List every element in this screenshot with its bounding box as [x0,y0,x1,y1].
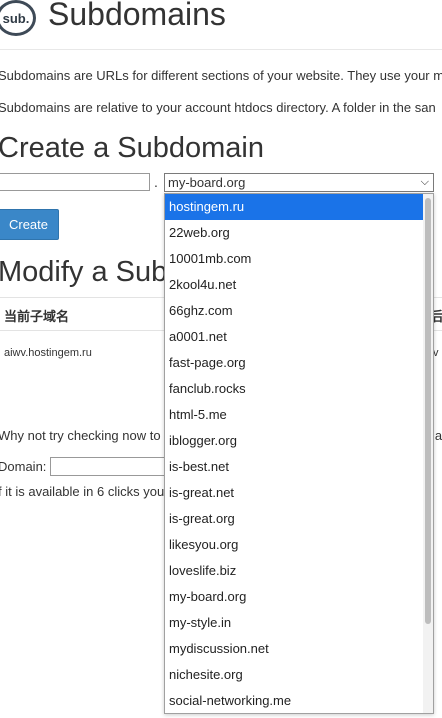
scrollbar-thumb[interactable] [425,198,431,624]
dropdown-option[interactable]: hostingem.ru [165,194,433,220]
domain-select[interactable]: my-board.org ⌵ [164,173,434,192]
dropdown-option[interactable]: 22web.org [165,220,433,246]
dropdown-scrollbar[interactable] [423,194,433,713]
dropdown-option[interactable]: is-great.org [165,506,433,532]
dropdown-option[interactable]: mydiscussion.net [165,636,433,662]
page-title: Subdomains [48,0,226,32]
dot-separator: . [154,174,158,190]
domain-label: Domain: [0,459,47,474]
dropdown-options: hostingem.ru 22web.org 10001mb.com 2kool4u.… [165,194,433,713]
dropdown-option[interactable]: my-style.in [165,610,433,636]
dropdown-option[interactable]: a0001.net [165,324,433,350]
description-line-2: Subdomains are relative to your account … [0,100,436,115]
description-line-1: Subdomains are URLs for different sectio… [0,68,442,83]
dropdown-option[interactable]: nichesite.org [165,662,433,688]
sub-logo: sub. [0,0,36,36]
table-row-domain: aiwv.hostingem.ru [4,347,92,359]
dropdown-option[interactable]: iblogger.org [165,428,433,454]
availability-text: f it is available in 6 clicks you [0,484,165,499]
dropdown-option[interactable]: fast-page.org [165,350,433,376]
dropdown-option[interactable]: is-great.net [165,480,433,506]
dropdown-option[interactable]: 10001mb.com [165,246,433,272]
dropdown-option[interactable]: 2kool4u.net [165,272,433,298]
table-header-current-subdomain: 当前子域名 [4,309,70,324]
domain-check-input[interactable] [50,457,170,476]
dropdown-option[interactable]: loveslife.biz [165,558,433,584]
domain-dropdown-list[interactable]: hostingem.ru 22web.org 10001mb.com 2kool4u.… [164,193,434,714]
create-subdomain-heading: Create a Subdomain [0,132,264,164]
dropdown-option[interactable]: social-networking.me [165,688,433,713]
dropdown-option[interactable]: is-best.net [165,454,433,480]
title-divider [0,49,442,50]
selected-domain: my-board.org [168,175,246,190]
dropdown-option[interactable]: 66ghz.com [165,298,433,324]
logo-text: sub. [2,10,30,26]
dropdown-option[interactable]: html-5.me [165,402,433,428]
try-checking-text: Why not try checking now to [0,428,161,443]
dropdown-option[interactable]: fanclub.rocks [165,376,433,402]
create-button[interactable]: Create [0,209,59,240]
dropdown-option[interactable]: my-board.org [165,584,433,610]
subdomain-input[interactable] [0,173,150,191]
chevron-down-icon: ⌵ [420,176,429,188]
dropdown-option[interactable]: likesyou.org [165,532,433,558]
